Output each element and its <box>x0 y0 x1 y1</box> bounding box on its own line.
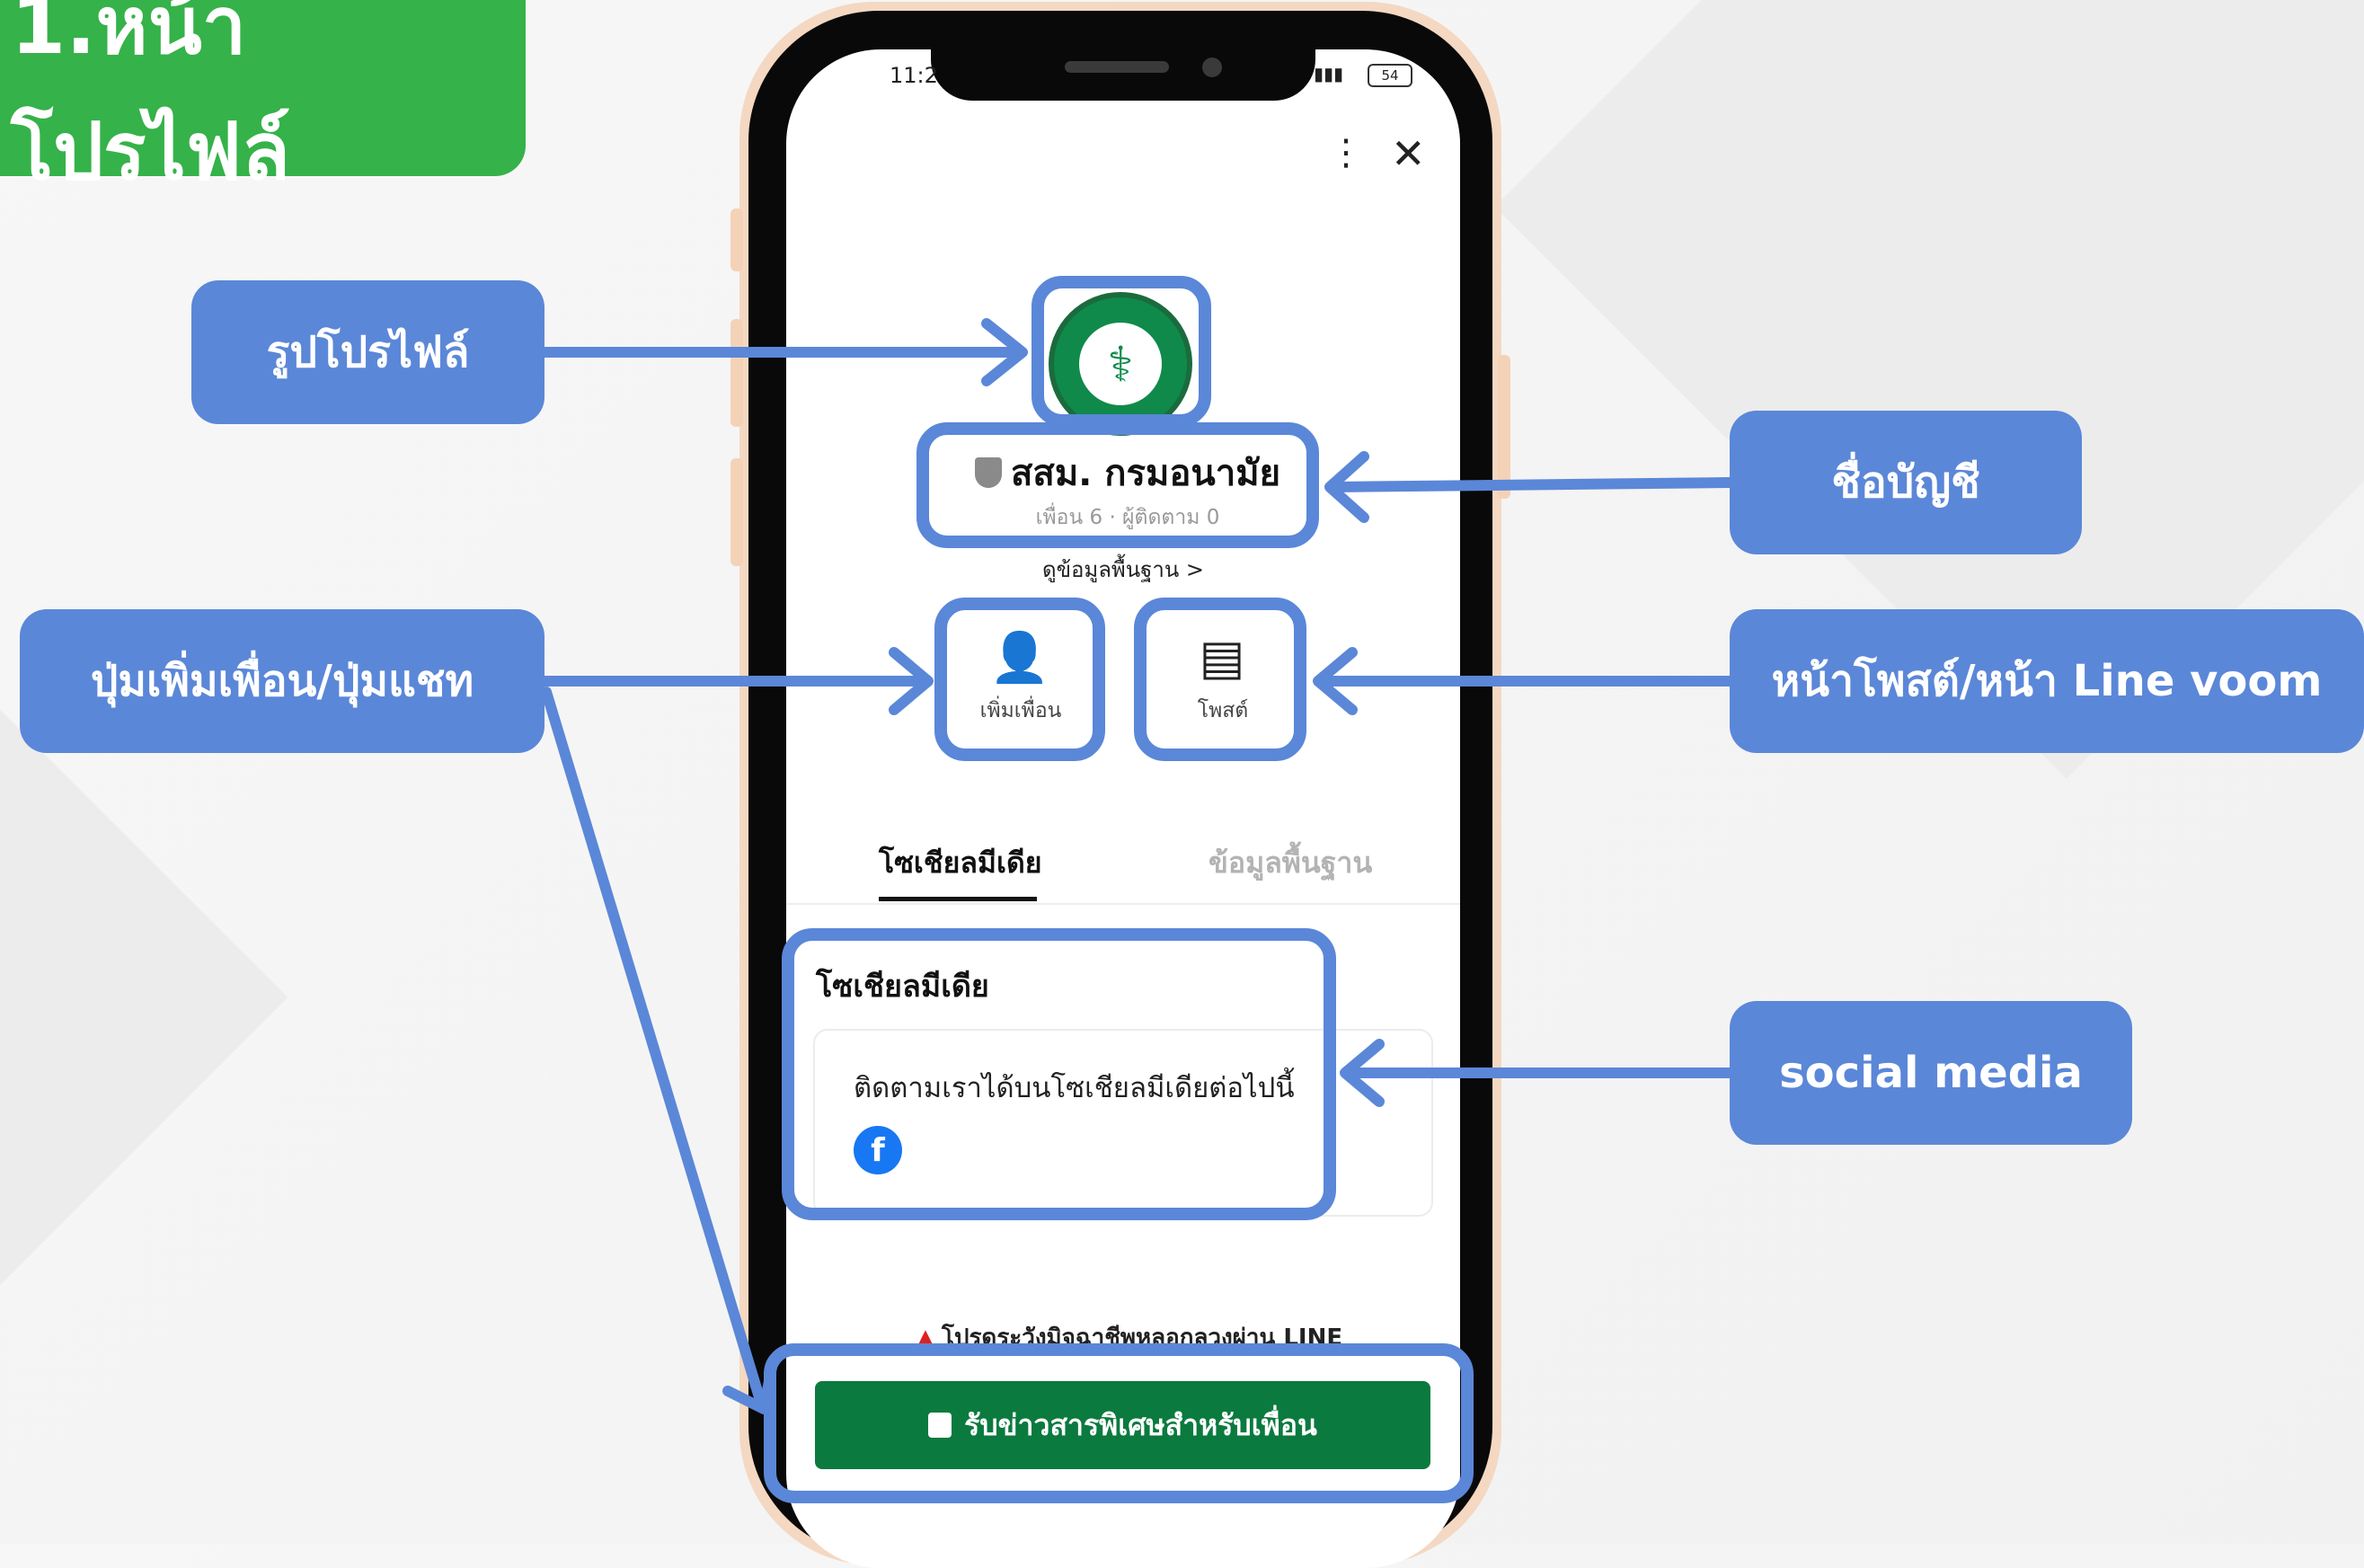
callout-arrows <box>539 318 1735 1414</box>
